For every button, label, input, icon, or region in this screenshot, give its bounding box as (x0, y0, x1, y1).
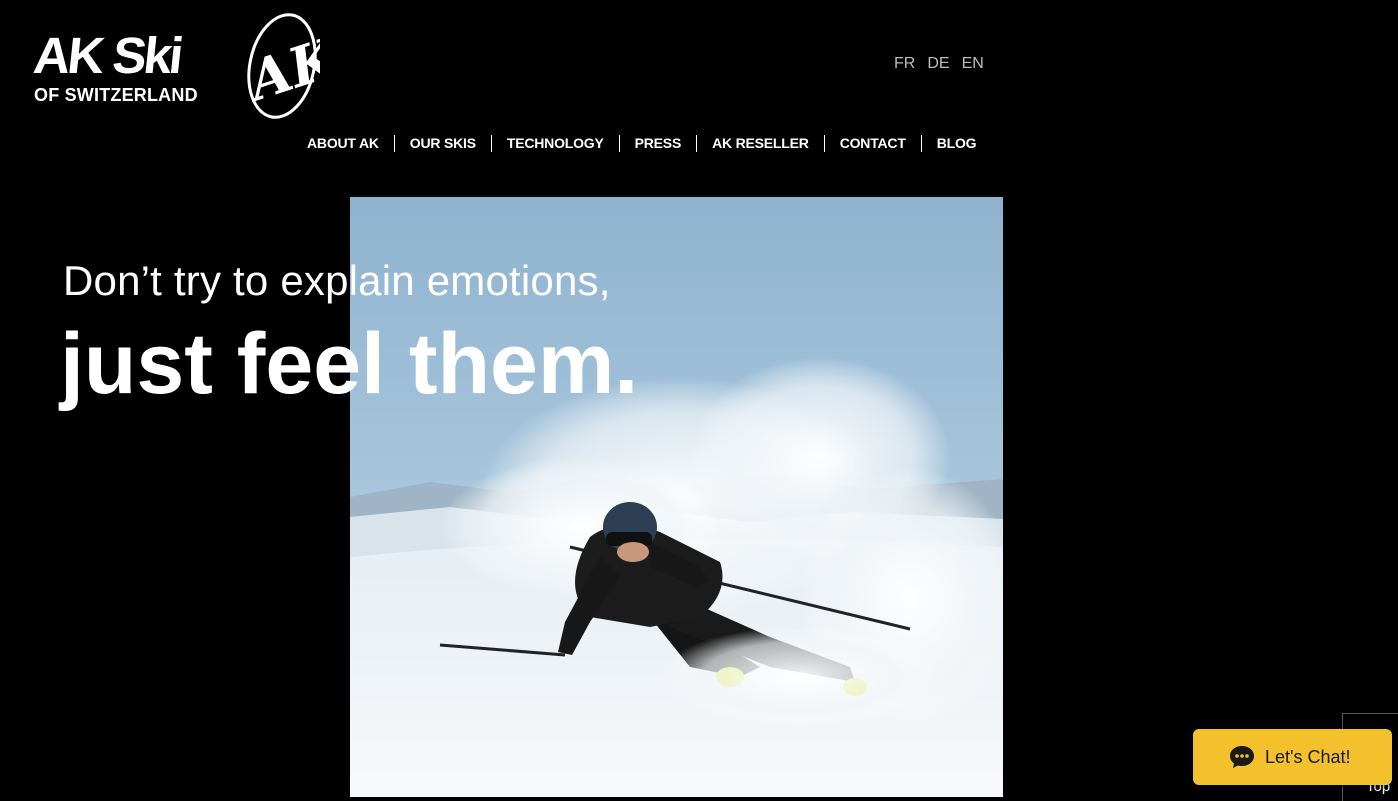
lang-en[interactable]: EN (956, 55, 990, 73)
nav-item-contact[interactable]: CONTACT (825, 135, 922, 152)
chat-bubble-icon (1230, 746, 1254, 768)
nav-item-about[interactable]: ABOUT AK (292, 135, 395, 152)
logo-tagline: OF SWITZERLAND (34, 85, 198, 105)
hero-headline-line1: Don’t try to explain emotions, (63, 257, 611, 304)
nav-item-press[interactable]: PRESS (620, 135, 698, 152)
main-nav: ABOUT AK OUR SKIS TECHNOLOGY PRESS AK RE… (292, 135, 991, 152)
nav-item-technology[interactable]: TECHNOLOGY (492, 135, 620, 152)
site-logo[interactable]: AK Ski OF SWITZERLAND AK (30, 10, 320, 122)
nav-item-our-skis[interactable]: OUR SKIS (395, 135, 492, 152)
nav-item-reseller[interactable]: AK RESELLER (697, 135, 825, 152)
chat-button[interactable]: Let's Chat! (1193, 729, 1392, 785)
logo-emblem-letters: AK (240, 24, 320, 115)
nav-item-blog[interactable]: BLOG (922, 135, 992, 152)
chat-label: Let's Chat! (1265, 747, 1351, 767)
lang-de[interactable]: DE (921, 55, 955, 73)
page: AK Ski OF SWITZERLAND AK FR DE EN ABOUT … (0, 0, 1398, 801)
lang-fr[interactable]: FR (888, 55, 921, 73)
logo-emblem-icon: AK (240, 13, 320, 119)
hero-headline-line2: just feel them. (60, 316, 639, 412)
logo-brand-text: AK Ski (31, 27, 184, 84)
language-switcher: FR DE EN (888, 55, 990, 73)
